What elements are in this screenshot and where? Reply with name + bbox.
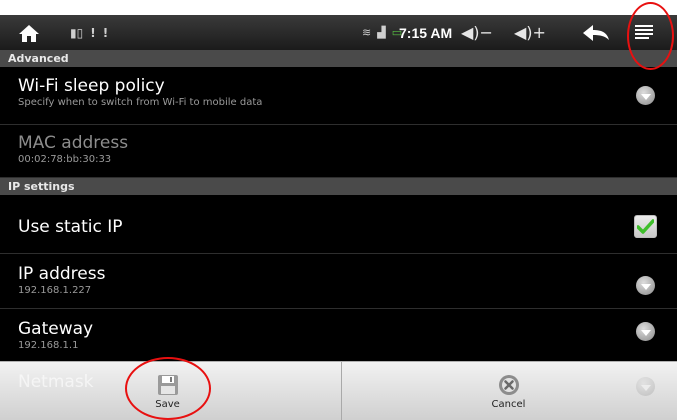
item-title: Wi-Fi sleep policy (18, 76, 165, 96)
section-header-advanced: Advanced (0, 50, 677, 67)
wifi-sleep-policy-item[interactable]: Wi-Fi sleep policy Specify when to switc… (0, 67, 677, 125)
checkbox[interactable] (634, 215, 657, 238)
android-screen: ▮▯ ! ! ≋ ▟ ▭ 7:15 AM ◀)− ◀)+ Advanced Wi… (0, 0, 677, 420)
warning-icon: ! (90, 25, 96, 40)
wifi-icon: ≋ (362, 26, 372, 39)
cancel-icon (498, 374, 519, 395)
gateway-item[interactable]: Gateway 192.168.1.1 (0, 309, 677, 361)
action-bar: Save Cancel (0, 361, 677, 420)
cancel-label: Cancel (491, 398, 526, 410)
chevron-down-icon (636, 322, 655, 341)
section-header-ip-settings: IP settings (0, 178, 677, 195)
netmask-item-title: Netmask (18, 372, 94, 392)
volume-down-icon[interactable]: ◀)− (461, 15, 493, 50)
action-divider (341, 362, 342, 420)
item-summary: 192.168.1.1 (18, 340, 79, 351)
chevron-down-icon (636, 276, 655, 295)
item-title: Gateway (18, 319, 94, 339)
status-bar: ▮▯ ! ! ≋ ▟ ▭ 7:15 AM ◀)− ◀)+ (0, 15, 677, 50)
item-summary: 192.168.1.227 (18, 285, 92, 296)
home-icon[interactable] (18, 15, 44, 50)
cancel-button[interactable]: Cancel (466, 362, 551, 420)
annotation-circle-menu (627, 2, 674, 70)
checkmark-icon (637, 219, 654, 234)
chevron-down-icon (636, 377, 655, 396)
item-summary: 00:02:78:bb:30:33 (18, 154, 112, 165)
item-summary: Specify when to switch from Wi-Fi to mob… (18, 97, 263, 108)
warning-icon: ! (102, 25, 109, 40)
clock: 7:15 AM (399, 24, 453, 41)
mac-address-item: MAC address 00:02:78:bb:30:33 (0, 125, 677, 178)
use-static-ip-item[interactable]: Use static IP (0, 195, 677, 254)
item-title: IP address (18, 264, 106, 284)
ip-address-item[interactable]: IP address 192.168.1.227 (0, 254, 677, 309)
signal-icon: ▟ (377, 26, 386, 39)
chevron-down-icon (636, 86, 655, 105)
annotation-circle-save (125, 357, 211, 420)
item-title: MAC address (18, 133, 129, 153)
back-icon[interactable] (581, 15, 611, 50)
volume-up-icon[interactable]: ◀)+ (514, 15, 546, 50)
screenshot-margin (0, 0, 677, 15)
item-title: Use static IP (18, 217, 123, 237)
sd-card-icon: ▮▯ (70, 25, 84, 40)
notification-icons[interactable]: ▮▯ ! ! (70, 15, 115, 50)
